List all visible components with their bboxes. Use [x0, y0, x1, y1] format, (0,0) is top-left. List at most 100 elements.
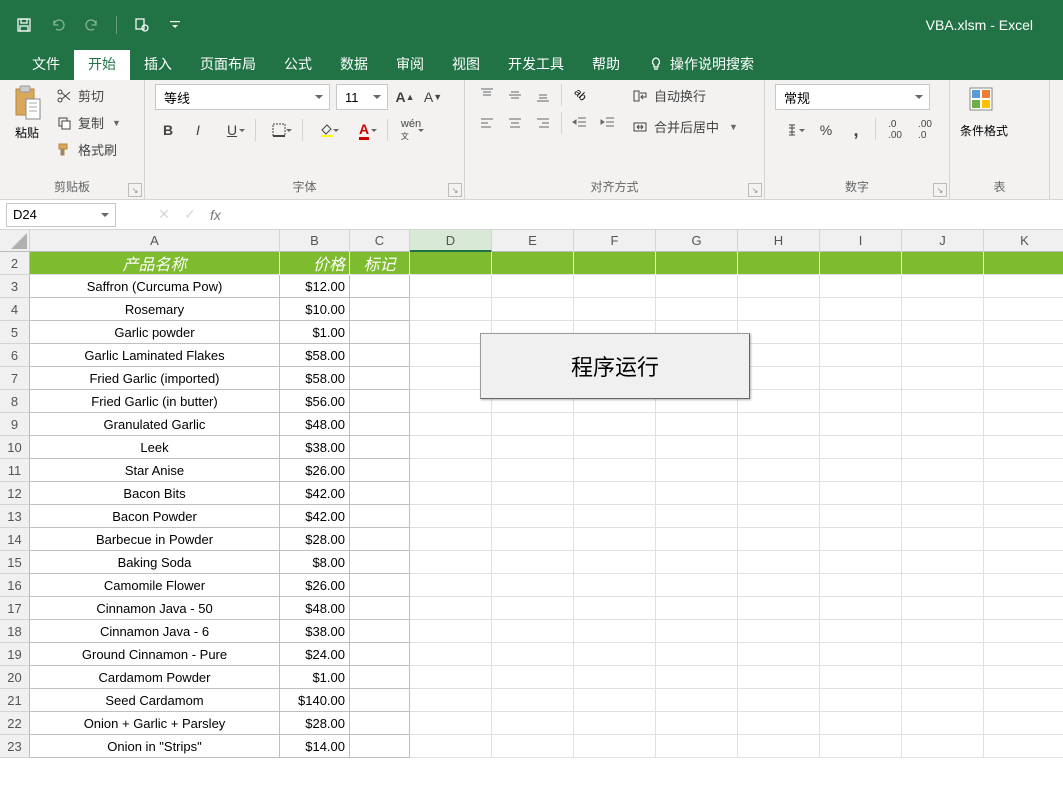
- tab-home[interactable]: 开始: [74, 48, 130, 80]
- cell[interactable]: [492, 620, 574, 643]
- cell[interactable]: [738, 275, 820, 298]
- col-header-G[interactable]: G: [656, 230, 738, 252]
- row-header[interactable]: 6: [0, 344, 30, 367]
- cell[interactable]: Granulated Garlic: [30, 413, 280, 436]
- cell[interactable]: [410, 505, 492, 528]
- cell[interactable]: [350, 298, 410, 321]
- cell[interactable]: [656, 459, 738, 482]
- col-header-D[interactable]: D: [410, 230, 492, 252]
- row-header[interactable]: 4: [0, 298, 30, 321]
- cell[interactable]: [738, 574, 820, 597]
- cell[interactable]: [574, 574, 656, 597]
- cell[interactable]: [984, 620, 1063, 643]
- cell[interactable]: [350, 689, 410, 712]
- cell[interactable]: [410, 712, 492, 735]
- cell[interactable]: [656, 643, 738, 666]
- col-header-I[interactable]: I: [820, 230, 902, 252]
- cell[interactable]: [902, 643, 984, 666]
- cell[interactable]: [410, 735, 492, 758]
- cell[interactable]: [492, 436, 574, 459]
- fx-icon[interactable]: fx: [210, 207, 221, 223]
- cell[interactable]: [410, 597, 492, 620]
- cell[interactable]: $8.00: [280, 551, 350, 574]
- cell[interactable]: Cinnamon Java - 50: [30, 597, 280, 620]
- col-header-F[interactable]: F: [574, 230, 656, 252]
- align-top-icon[interactable]: [475, 84, 499, 106]
- cell[interactable]: [820, 712, 902, 735]
- formula-input[interactable]: [229, 203, 1063, 227]
- cell[interactable]: [820, 367, 902, 390]
- cell[interactable]: [820, 321, 902, 344]
- cell[interactable]: Garlic powder: [30, 321, 280, 344]
- cell[interactable]: [820, 597, 902, 620]
- cell[interactable]: [350, 459, 410, 482]
- cancel-formula-icon[interactable]: ✕: [152, 203, 176, 227]
- cell[interactable]: [574, 712, 656, 735]
- cell[interactable]: [574, 275, 656, 298]
- cell[interactable]: [410, 482, 492, 505]
- cell[interactable]: [492, 505, 574, 528]
- cell[interactable]: [350, 712, 410, 735]
- save-icon[interactable]: [10, 11, 38, 39]
- cell[interactable]: [820, 505, 902, 528]
- cell[interactable]: [574, 298, 656, 321]
- row-header[interactable]: 11: [0, 459, 30, 482]
- comma-format-icon[interactable]: ,: [843, 118, 869, 142]
- cell[interactable]: Leek: [30, 436, 280, 459]
- cell[interactable]: [656, 505, 738, 528]
- cell[interactable]: Rosemary: [30, 298, 280, 321]
- row-header[interactable]: 10: [0, 436, 30, 459]
- cell[interactable]: [410, 620, 492, 643]
- name-box[interactable]: D24: [6, 203, 116, 227]
- cell[interactable]: [738, 459, 820, 482]
- orientation-icon[interactable]: ab: [568, 84, 592, 106]
- tab-data[interactable]: 数据: [326, 48, 382, 80]
- cell[interactable]: 标记: [350, 252, 410, 275]
- cell[interactable]: [350, 666, 410, 689]
- cell[interactable]: [820, 390, 902, 413]
- cell[interactable]: [574, 413, 656, 436]
- cell[interactable]: [350, 574, 410, 597]
- cell[interactable]: [656, 574, 738, 597]
- cell[interactable]: [902, 528, 984, 551]
- cell[interactable]: [410, 459, 492, 482]
- cell[interactable]: [574, 436, 656, 459]
- cell[interactable]: [350, 597, 410, 620]
- cell[interactable]: $58.00: [280, 367, 350, 390]
- cell[interactable]: $48.00: [280, 597, 350, 620]
- cell[interactable]: Fried Garlic (imported): [30, 367, 280, 390]
- cell[interactable]: $38.00: [280, 620, 350, 643]
- cell[interactable]: [820, 643, 902, 666]
- col-header-E[interactable]: E: [492, 230, 574, 252]
- cell[interactable]: [350, 482, 410, 505]
- cell[interactable]: [820, 689, 902, 712]
- cell[interactable]: [902, 344, 984, 367]
- cell[interactable]: [984, 574, 1063, 597]
- cell[interactable]: Cinnamon Java - 6: [30, 620, 280, 643]
- cell[interactable]: [738, 712, 820, 735]
- cell[interactable]: [902, 551, 984, 574]
- cell[interactable]: [492, 482, 574, 505]
- cell[interactable]: [350, 321, 410, 344]
- cell[interactable]: $58.00: [280, 344, 350, 367]
- worksheet-grid[interactable]: ABCDEFGHIJK 2345678910111213141516171819…: [0, 230, 1063, 795]
- cell[interactable]: [492, 597, 574, 620]
- merge-center-button[interactable]: 合并后居中▼: [628, 115, 742, 138]
- increase-font-icon[interactable]: A▲: [394, 86, 416, 108]
- align-left-icon[interactable]: [475, 112, 499, 134]
- number-format-select[interactable]: 常规: [775, 84, 930, 110]
- cell[interactable]: Baking Soda: [30, 551, 280, 574]
- tab-insert[interactable]: 插入: [130, 48, 186, 80]
- cell[interactable]: [656, 689, 738, 712]
- row-header[interactable]: 5: [0, 321, 30, 344]
- cell[interactable]: $42.00: [280, 482, 350, 505]
- cell[interactable]: [820, 574, 902, 597]
- tab-help[interactable]: 帮助: [578, 48, 634, 80]
- cell[interactable]: [574, 528, 656, 551]
- cell[interactable]: [984, 321, 1063, 344]
- cell[interactable]: [902, 321, 984, 344]
- cell[interactable]: [984, 413, 1063, 436]
- underline-button[interactable]: U: [215, 118, 249, 142]
- row-header[interactable]: 2: [0, 252, 30, 275]
- alignment-dialog-launcher-icon[interactable]: ↘: [748, 183, 762, 197]
